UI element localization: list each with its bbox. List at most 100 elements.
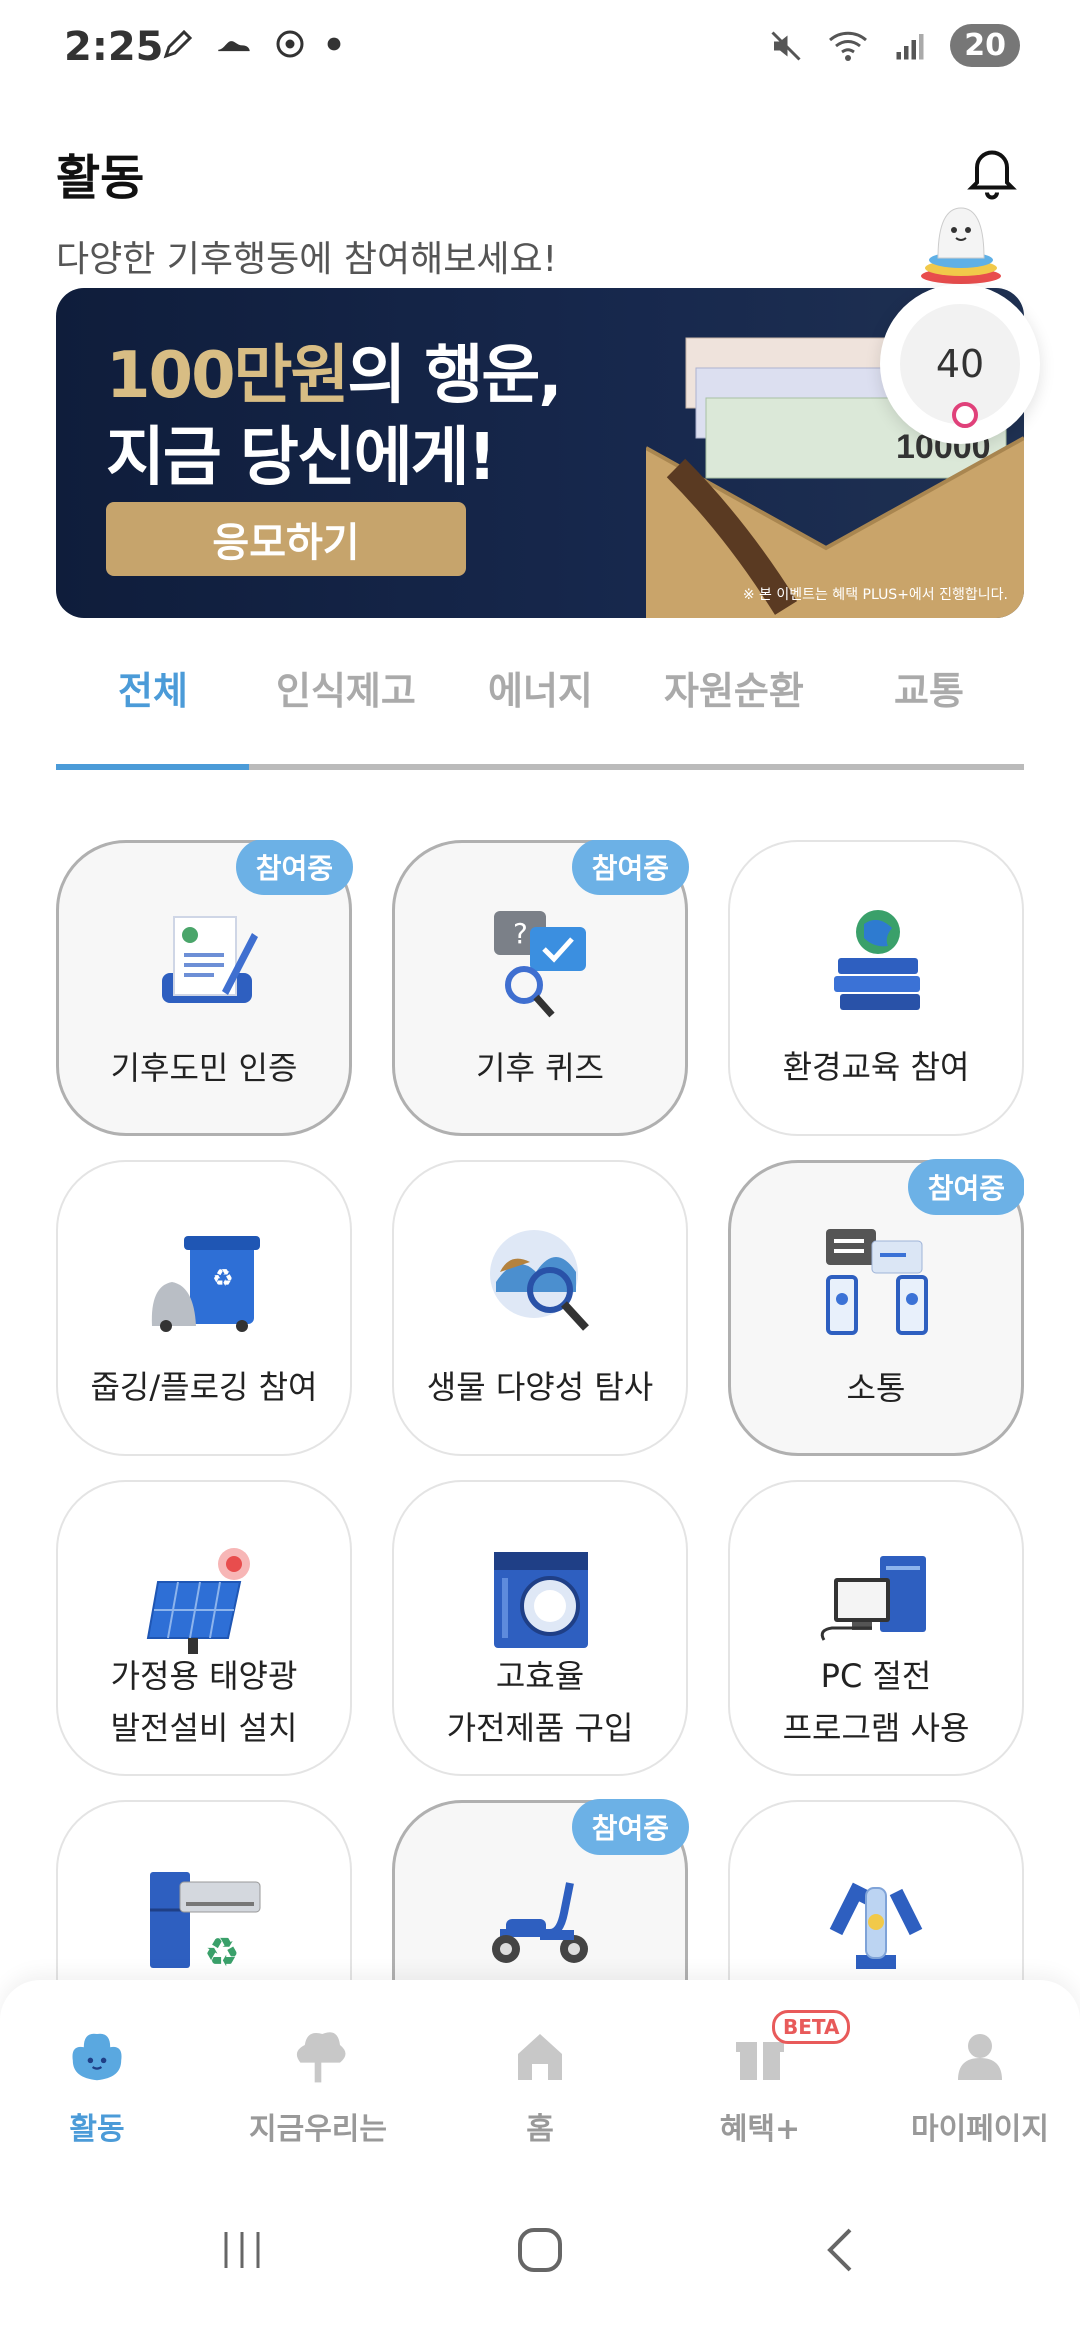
tab-transport[interactable]: 교통: [894, 660, 964, 715]
activity-card-communication[interactable]: 참여중 소통: [728, 1159, 1024, 1456]
svg-text:?: ?: [513, 917, 528, 950]
card-label-line1: 가정용 태양광: [110, 1657, 298, 1695]
shoe-icon: [218, 41, 250, 52]
banner-headline-1: 100만원의 행운,: [106, 324, 563, 416]
page-subtitle: 다양한 기후행동에 참여해보세요!: [56, 239, 557, 280]
activity-card-climate-quiz[interactable]: 참여중 ? 기후 퀴즈: [392, 840, 689, 1136]
tab-indicator: [56, 764, 249, 770]
phones-chat-icon: [826, 1229, 928, 1335]
bell-icon: [967, 150, 1017, 200]
activity-grid: 참여중 기후도민 인증 참여중 ? 기후 퀴즈 환경교육 참여 ♻ 줍깅/플로깅…: [56, 840, 1024, 1980]
card-label: 고효율 가전제품 구입: [394, 1650, 686, 1754]
joined-badge: 참여중: [571, 840, 689, 895]
beta-badge: BETA: [772, 2010, 851, 2044]
banner-headline-rest: 의 행운,: [347, 339, 562, 413]
activity-card-plogging[interactable]: ♻ 줍깅/플로깅 참여: [56, 1160, 352, 1456]
nav-label: 마이페이지: [911, 2112, 1049, 2147]
tab-energy[interactable]: 에너지: [488, 660, 593, 715]
tab-all[interactable]: 전체: [118, 660, 188, 715]
signal-icon: [896, 33, 924, 59]
card-label: PC 절전 프로그램 사용: [730, 1650, 1022, 1754]
joined-badge: 참여중: [235, 840, 353, 895]
nav-label: 활동: [69, 2112, 125, 2147]
wifi-icon: [829, 31, 868, 61]
washing-machine-icon: [494, 1552, 588, 1648]
nav-now-we[interactable]: 지금우리는: [218, 2016, 418, 2148]
card-label-line2: 발전설비 설치: [110, 1709, 298, 1747]
tree-icon: [296, 2032, 346, 2083]
nav-mypage[interactable]: 마이페이지: [880, 2016, 1080, 2148]
status-notification-icons: [160, 26, 342, 62]
recent-apps-icon: [224, 2232, 260, 2268]
card-label-line2: 프로그램 사용: [782, 1709, 970, 1747]
card-label: 기후도민 인증: [110, 1049, 298, 1087]
page-title: 활동: [56, 150, 145, 206]
svg-text:♻: ♻: [212, 1264, 234, 1292]
activity-card-environment-education[interactable]: 환경교육 참여: [728, 840, 1024, 1136]
activity-card-home-solar[interactable]: 가정용 태양광 발전설비 설치: [56, 1480, 352, 1776]
promo-banner[interactable]: 100만원의 행운, 지금 당신에게! 응모하기 10000 ※ 본 이벤트는 …: [56, 288, 1024, 618]
pc-icon: [820, 1556, 926, 1641]
activity-card-appliance-recycle[interactable]: ♻: [56, 1800, 352, 1980]
card-label-line1: PC 절전: [820, 1657, 932, 1695]
category-tabs: 전체 인식제고 에너지 자원순환 교통: [56, 660, 1024, 770]
card-label: 소통: [846, 1369, 906, 1407]
nav-label: 홈: [526, 2112, 554, 2147]
home-icon: [518, 2034, 562, 2080]
joined-badge: 참여중: [571, 1799, 689, 1855]
nav-label: 지금우리는: [249, 2112, 387, 2147]
tab-resource-circulation[interactable]: 자원순환: [664, 660, 804, 715]
card-label-line2: 가전제품 구입: [446, 1709, 634, 1747]
banner-highlight: 100만원: [106, 339, 349, 413]
recycle-bin-icon: ♻: [151, 1236, 260, 1332]
magnifier-globe-icon: [490, 1230, 589, 1331]
activity-card-climate-citizen[interactable]: 참여중 기후도민 인증: [56, 840, 353, 1136]
back-button[interactable]: [812, 2220, 872, 2284]
recent-apps-button[interactable]: [212, 2220, 272, 2284]
mute-icon: [771, 30, 801, 61]
battery-indicator: 20: [950, 24, 1020, 67]
bottom-navigation: 활동 지금우리는 홈 BETA 혜택+ 마이페이지: [0, 1980, 1080, 2180]
books-globe-icon: [834, 910, 920, 1010]
appliance-recycle-icon: ♻: [150, 1872, 261, 1976]
card-label: 생물 다양성 탐사: [426, 1368, 654, 1406]
card-label: 줍깅/플로깅 참여: [90, 1368, 318, 1406]
nav-activity[interactable]: 활동: [0, 2016, 197, 2148]
scooter-icon: [492, 1882, 588, 1963]
notification-button[interactable]: [962, 140, 1022, 204]
activity-card-electric-scooter[interactable]: 참여중: [392, 1799, 689, 1980]
gear-icon: [276, 30, 304, 58]
card-label-line1: 고효율: [495, 1657, 585, 1695]
activity-card-pc-power-saving[interactable]: PC 절전 프로그램 사용: [728, 1480, 1024, 1776]
person-icon: [958, 2034, 1002, 2080]
banner-note: ※ 본 이벤트는 혜택 PLUS+에서 진행합니다.: [742, 587, 1008, 603]
solar-panel-icon: [146, 1548, 250, 1654]
card-label: 가정용 태양광 발전설비 설치: [58, 1650, 350, 1754]
pencil-icon: [163, 29, 193, 59]
nav-label: 혜택+: [719, 2112, 801, 2147]
activity-card-bottle-recycle[interactable]: [728, 1800, 1024, 1980]
back-chevron-icon: [827, 2228, 852, 2272]
svg-text:♻: ♻: [204, 1930, 240, 1976]
apply-button[interactable]: 응모하기: [106, 502, 466, 576]
home-circle-icon: [518, 2228, 562, 2272]
status-system-icons: 20: [768, 24, 1020, 67]
quiz-icon: ?: [494, 911, 586, 1018]
card-label: 환경교육 참여: [782, 1048, 970, 1086]
counter-value: 40: [935, 342, 985, 386]
activity-card-biodiversity[interactable]: 생물 다양성 탐사: [392, 1160, 688, 1456]
activity-icon: [72, 2033, 122, 2081]
banner-headline-2: 지금 당신에게!: [106, 421, 497, 495]
nav-benefits[interactable]: BETA 혜택+: [660, 2010, 860, 2148]
mascot-icon: [921, 207, 1001, 284]
system-navigation-bar: [0, 2180, 1080, 2340]
activity-counter[interactable]: 40: [880, 284, 1040, 444]
activity-card-efficient-appliance[interactable]: 고효율 가전제품 구입: [392, 1480, 688, 1776]
nav-home[interactable]: 홈: [440, 2016, 640, 2148]
home-system-button[interactable]: [510, 2220, 570, 2284]
dot-icon: [327, 37, 341, 51]
card-label: 기후 퀴즈: [476, 1049, 604, 1087]
tab-awareness[interactable]: 인식제고: [276, 660, 416, 715]
joined-badge: 참여중: [907, 1159, 1024, 1215]
status-bar: 2:25 20: [0, 0, 1080, 100]
